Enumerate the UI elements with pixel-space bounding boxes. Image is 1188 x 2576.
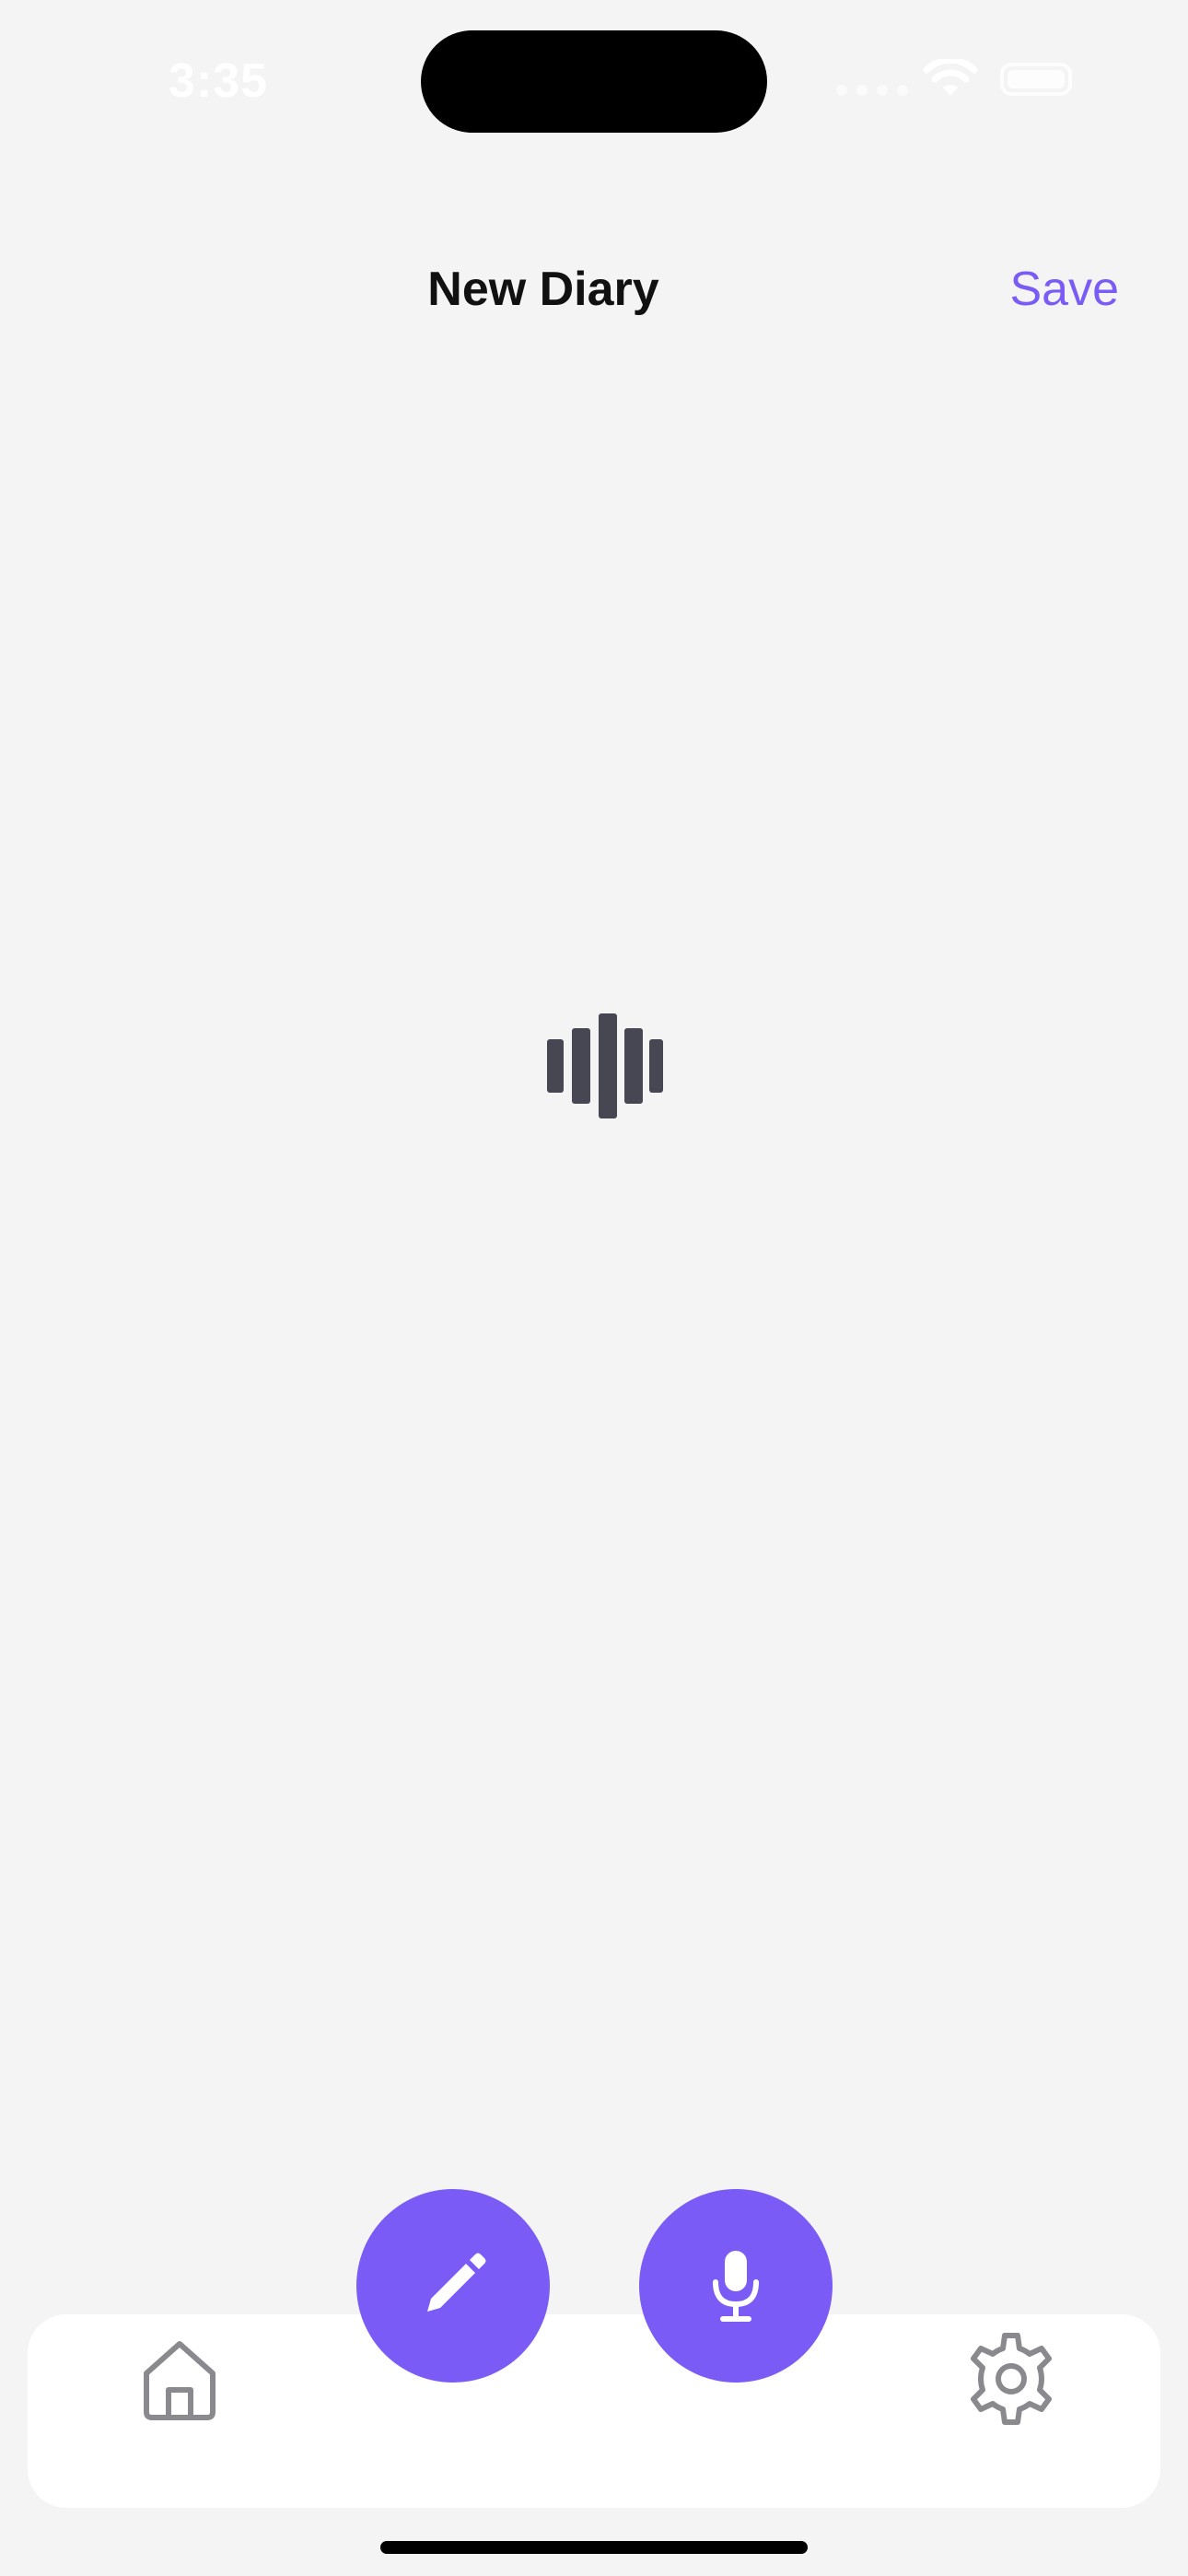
status-time: 3:35 xyxy=(169,54,269,108)
save-button[interactable]: Save xyxy=(1009,260,1119,319)
battery-icon xyxy=(1000,63,1072,96)
tab-bar xyxy=(28,2314,1160,2508)
microphone-icon xyxy=(713,2251,759,2322)
cellular-signal-icon xyxy=(836,85,908,96)
screen: 3:35 New Diary Save xyxy=(0,0,1188,2576)
pencil-icon xyxy=(427,2253,486,2312)
gear-icon[interactable] xyxy=(961,2328,1062,2430)
page-title: New Diary xyxy=(427,263,659,316)
voice-entry-button[interactable] xyxy=(639,2189,833,2383)
dynamic-island xyxy=(421,30,767,133)
wifi-icon xyxy=(923,59,978,96)
audio-waveform-icon xyxy=(544,1013,664,1120)
write-entry-button[interactable] xyxy=(356,2189,550,2383)
home-indicator[interactable] xyxy=(380,2541,808,2554)
home-icon[interactable] xyxy=(134,2335,226,2427)
